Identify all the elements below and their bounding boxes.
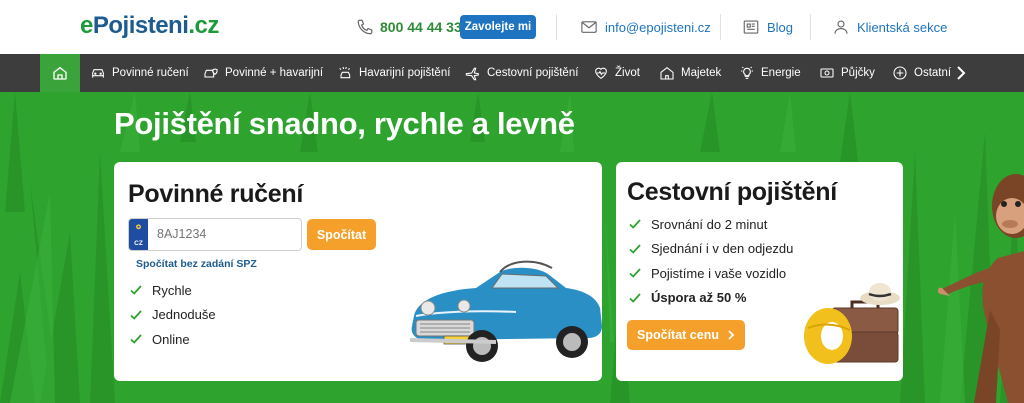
eu-stars-icon: ✪ [135,225,142,231]
nav-item-pujcky[interactable]: Půjčky [819,54,875,92]
car-icon [92,69,104,78]
mail-icon [581,21,597,33]
bulb-icon [741,66,753,79]
heart-icon [595,67,607,79]
license-plate-input[interactable] [157,227,297,241]
travel-card: Cestovní pojištění Srovnání do 2 minut S… [616,162,903,381]
check-icon [130,310,142,320]
check-icon [130,334,142,345]
list-item: Jednoduše [130,303,216,328]
hero-section: Pojištění snadno, rychle a levně Povinné… [0,92,1024,403]
monkey-mascot-illustration [938,174,1024,403]
calculate-without-plate-link[interactable]: Spočítat bez zadání SPZ [136,258,257,270]
call-me-button[interactable]: Zavolejte mi [460,15,536,39]
check-icon [130,285,142,296]
phone-number: 800 44 44 33 [380,19,462,35]
liability-card-title: Povinné ručení [128,180,304,208]
license-plate-field[interactable]: ✪ CZ [128,218,302,251]
nav-item-cestovni[interactable]: Cestovní pojištění [465,54,578,92]
header-divider [556,14,557,40]
travel-card-title: Cestovní pojištění [627,178,837,206]
phone-icon [357,19,373,35]
calculate-price-button[interactable]: Spočítat cenu [627,320,745,350]
chevron-right-icon [728,330,735,340]
home-icon [53,66,67,80]
check-icon [629,268,641,279]
list-item: Srovnání do 2 minut [629,212,793,237]
crash-icon [339,66,351,79]
check-icon [629,244,641,254]
top-header: ePojisteni.cz 800 44 44 33 Zavolejte mi … [0,0,1024,54]
money-icon [820,68,834,78]
nav-item-povinne-havarijni[interactable]: Povinné + havarijní [203,54,323,92]
car-shield-icon [204,68,218,78]
nav-item-povinne-ruceni[interactable]: Povinné ručení [90,54,189,92]
nav-item-ostatni[interactable]: Ostatní [892,54,951,92]
nav-item-energie[interactable]: Energie [739,54,801,92]
blog-icon [743,20,759,34]
list-item: Pojistíme i vaše vozidlo [629,261,793,286]
blog-link[interactable]: Blog [742,18,793,36]
user-icon [834,20,848,34]
list-item: Úspora až 50 % [629,286,793,311]
plus-circle-icon [893,66,907,80]
header-divider [810,14,811,40]
phone-link[interactable]: 800 44 44 33 [356,18,462,36]
hero-title: Pojištění snadno, rychle a levně [114,106,575,141]
house-icon [660,66,674,80]
liability-card: Povinné ručení ✪ CZ Spočítat Spočítat be… [114,162,602,381]
nav-item-majetek[interactable]: Majetek [659,54,721,92]
check-icon [629,293,641,303]
check-icon [629,219,641,230]
savings-highlight: Úspora až 50 % [651,290,747,306]
liability-benefits-list: Rychle Jednoduše Online [130,278,216,352]
list-item: Sjednání i v den odjezdu [629,237,793,262]
chevron-right-icon[interactable] [954,65,968,81]
list-item: Online [130,327,216,352]
calculate-button[interactable]: Spočítat [307,219,376,250]
nav-item-havarijni[interactable]: Havarijní pojištění [337,54,450,92]
plane-icon [465,67,479,81]
site-logo[interactable]: ePojisteni.cz [80,12,219,40]
luggage-illustration [804,283,900,364]
header-divider [720,14,721,40]
list-item: Rychle [130,278,216,303]
main-nav: Povinné ručení Povinné + havarijní Havar… [0,54,1024,92]
nav-home[interactable] [40,54,80,92]
nav-item-zivot[interactable]: Život [593,54,640,92]
car-illustration [409,260,602,362]
client-section-link[interactable]: Klientská sekce [832,18,947,36]
travel-benefits-list: Srovnání do 2 minut Sjednání i v den odj… [629,212,793,310]
eu-flag-badge: ✪ CZ [129,219,148,250]
email-link[interactable]: info@epojisteni.cz [580,18,711,36]
